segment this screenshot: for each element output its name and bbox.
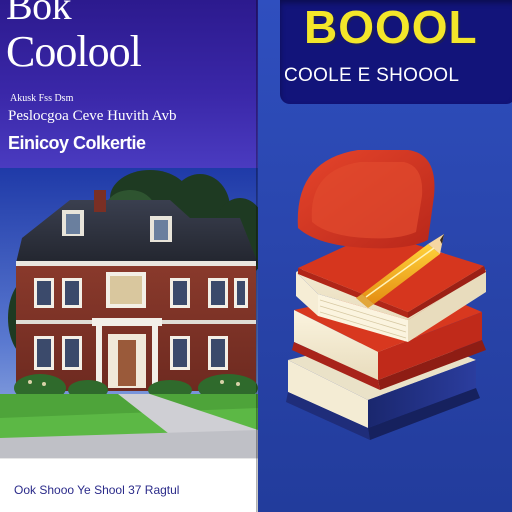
book-stack-illustration <box>286 150 486 440</box>
left-cover-subtitle-line1: Akusk Fss Dsm <box>10 93 74 104</box>
left-cover-header: Bok Coolool Akusk Fss Dsm Peslocgoa Ceve… <box>0 0 258 168</box>
left-cover-subtitle-line2: Peslocgoa Ceve Huvith Avb <box>8 108 177 124</box>
double-cover-image: Bok Coolool Akusk Fss Dsm Peslocgoa Ceve… <box>0 0 512 512</box>
left-cover-footer: Ook Shooo Ye Shool 37 Ragtul <box>14 483 180 497</box>
left-cover-title-line1: Bok <box>6 0 72 28</box>
house-illustration <box>0 168 258 458</box>
left-cover-author: Einicoy Colkertie <box>8 133 146 153</box>
left-cover-title-line2: Coolool <box>6 27 142 76</box>
left-book-cover: Bok Coolool Akusk Fss Dsm Peslocgoa Ceve… <box>0 0 258 512</box>
right-book-cover: BOOOL COOLE E SHOOOL <box>258 0 512 512</box>
